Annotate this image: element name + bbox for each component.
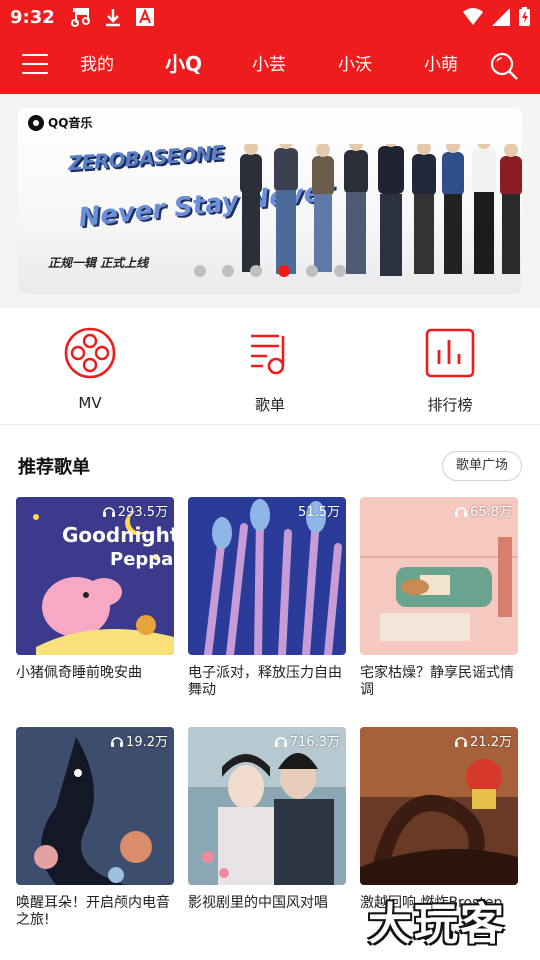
headphone-icon [455, 506, 468, 517]
banner-title: ZEROBASEONE [67, 140, 225, 176]
quick-entries: MV 歌单 排行榜 [0, 308, 540, 424]
headphone-icon [274, 736, 287, 747]
playlist-title: 宅家枯燥？静享民谣式情调 [360, 665, 514, 698]
search-icon[interactable] [488, 50, 520, 82]
playlist-title: 影视剧里的中国风对唱 [188, 895, 328, 911]
headphone-icon [455, 736, 468, 747]
playlist-card[interactable]: 293.5万 Goodnight Peppa 小猪佩奇睡前晚安曲 [16, 497, 174, 682]
chinese-drama-cover-art [188, 727, 346, 885]
playlist-cover: 716.3万 [188, 727, 346, 885]
banner-brand: QQ音乐 [28, 114, 92, 131]
tab-xiaowo[interactable]: 小沃 [338, 50, 372, 75]
playlist-square-button[interactable]: 歌单广场 [442, 451, 522, 481]
headphone-icon [102, 506, 115, 517]
banner-brand-label: QQ音乐 [48, 116, 93, 130]
folk-cover-art [360, 497, 518, 655]
play-count-value: 19.2万 [126, 735, 168, 750]
recommended-section: 推荐歌单 歌单广场 293.5万 Goodnight Peppa 小猪佩奇睡前晚… [0, 424, 540, 960]
banner-carousel[interactable]: QQ音乐 ZEROBASEONE Never Stay Never 正规一辑 正… [18, 108, 522, 294]
playlist-icon [251, 334, 285, 375]
playlist-card[interactable]: 65.8万 宅家枯燥？静享民谣式情调 [360, 497, 518, 699]
chart-label: 排行榜 [427, 396, 473, 414]
tab-xiaoyun[interactable]: 小芸 [252, 50, 286, 75]
playlist-cover: 19.2万 [16, 727, 174, 885]
menu-icon-line [22, 63, 48, 65]
carousel-dot[interactable] [194, 265, 206, 277]
carousel-dot[interactable] [334, 265, 346, 277]
playlist-title: 电子派对，释放压力自由舞动 [188, 665, 342, 698]
play-count-value: 293.5万 [117, 505, 168, 520]
playlist-cover: 51.5万 [188, 497, 346, 655]
menu-button[interactable] [22, 52, 50, 76]
main-content: QQ音乐 ZEROBASEONE Never Stay Never 正规一辑 正… [0, 94, 540, 960]
download-icon [106, 9, 120, 27]
play-count-value: 51.5万 [298, 505, 340, 520]
play-count: 19.2万 [110, 731, 168, 750]
playlist-cover: 293.5万 Goodnight Peppa [16, 497, 174, 655]
top-navigation: 我的 小Q 小芸 小沃 小萌 [0, 36, 540, 94]
tab-xiaomeng[interactable]: 小萌 [424, 50, 458, 75]
section-title: 推荐歌单 [18, 457, 90, 478]
chart-entry[interactable]: 排行榜 [400, 326, 500, 415]
qq-music-logo-icon [28, 114, 44, 131]
signal-icon [492, 8, 510, 26]
menu-icon [22, 54, 48, 56]
wifi-icon [463, 8, 483, 25]
brostep-cover-art [360, 727, 518, 885]
mv-label: MV [78, 394, 102, 412]
menu-icon-line [22, 72, 48, 74]
mv-entry[interactable]: MV [40, 326, 140, 412]
playlist-card[interactable]: 51.5万 电子派对，释放压力自由舞动 [188, 497, 346, 699]
cover-text: Peppa [110, 549, 174, 570]
play-count-value: 716.3万 [289, 735, 340, 750]
playlist-title: 小猪佩奇睡前晚安曲 [16, 665, 142, 681]
playlist-card[interactable]: 19.2万 唤醒耳朵！开启颅内电音之旅! [16, 727, 174, 929]
cover-text: Goodnight [62, 523, 174, 547]
tab-xiaoq[interactable]: 小Q [165, 48, 202, 77]
status-bar: 9:32 [0, 0, 540, 36]
playlist-card[interactable]: 716.3万 影视剧里的中国风对唱 [188, 727, 346, 912]
play-count: 51.5万 [298, 501, 340, 520]
hands-cover-art [188, 497, 346, 655]
carousel-dot[interactable] [306, 265, 318, 277]
status-time: 9:32 [10, 7, 55, 28]
playlist-title: 唤醒耳朵！开启颅内电音之旅! [16, 895, 170, 928]
electronic-cover-art [16, 727, 174, 885]
carousel-dot[interactable] [222, 265, 234, 277]
chart-icon [425, 328, 475, 378]
playlist-card[interactable]: 21.2万 激越回响 燃炸Brostep [360, 727, 518, 912]
play-count: 65.8万 [454, 501, 512, 520]
music-note-icon [71, 8, 90, 27]
play-count-value: 21.2万 [470, 735, 512, 750]
playlist-entry[interactable]: 歌单 [220, 326, 320, 415]
play-count: 293.5万 [102, 501, 168, 520]
headphone-icon [111, 736, 124, 747]
playlist-cover: 21.2万 [360, 727, 518, 885]
playlist-cover: 65.8万 [360, 497, 518, 655]
film-reel-icon [64, 327, 116, 379]
battery-icon [519, 7, 530, 26]
app-a-icon [136, 8, 154, 26]
peppa-cover-art [16, 497, 174, 655]
play-count: 716.3万 [274, 731, 340, 750]
carousel-indicator [194, 265, 346, 277]
banner-tagline: 正规一辑 正式上线 [48, 256, 149, 270]
carousel-dot-active[interactable] [278, 265, 290, 277]
playlist-label: 歌单 [254, 396, 285, 414]
tab-mine[interactable]: 我的 [80, 50, 114, 75]
play-count: 21.2万 [454, 731, 512, 750]
carousel-dot[interactable] [250, 265, 262, 277]
watermark: 大玩客 [368, 899, 506, 950]
play-count-value: 65.8万 [470, 505, 512, 520]
